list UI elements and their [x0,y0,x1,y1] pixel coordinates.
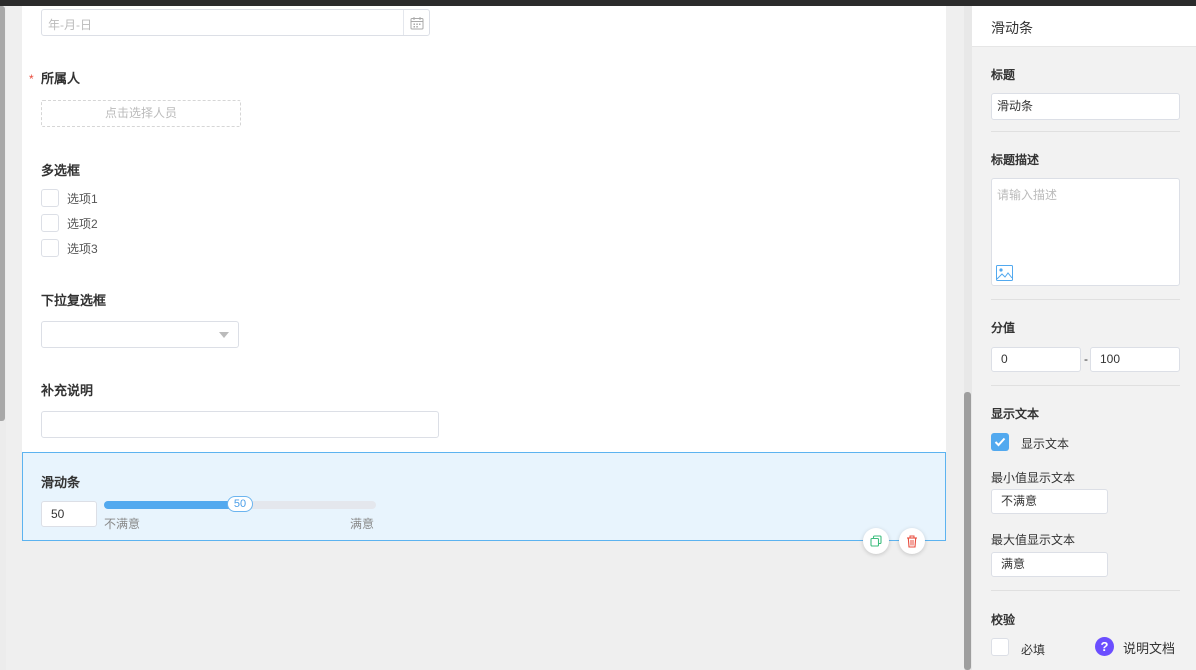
slider-fill [104,501,240,509]
form-canvas: 年-月-日 * 所属人 点击选择人员 多选框 选项1 选项2 选项3 下拉复选框… [6,6,964,670]
panel-title: 滑动条 [991,20,1033,36]
divider [991,590,1180,591]
copy-button[interactable] [863,528,889,554]
min-text-input[interactable]: 不满意 [991,489,1108,514]
divider [991,299,1180,300]
max-text-label: 最大值显示文本 [991,533,1076,547]
properties-panel: 滑动条 标题 滑动条 标题描述 请输入描述 分值 0 - 100 显示文本 显示… [972,6,1196,670]
title-input[interactable]: 滑动条 [991,93,1180,120]
option-1[interactable]: 选项1 [41,189,98,207]
trash-icon [907,535,917,548]
show-text-checkbox-label: 显示文本 [1021,437,1070,451]
validate-label: 校验 [991,613,1016,627]
option-3-label: 选项3 [67,241,98,256]
required-checkbox-label: 必填 [1021,643,1046,657]
panel-header: 滑动条 [972,6,1196,47]
slider-track[interactable]: 50 [104,496,376,512]
option-2[interactable]: 选项2 [41,214,98,232]
date-placeholder: 年-月-日 [48,18,92,32]
delete-button[interactable] [899,528,925,554]
note-label: 补充说明 [41,383,94,398]
caret-down-icon [219,332,229,338]
desc-textarea[interactable]: 请输入描述 [991,178,1180,286]
slider-value-input[interactable]: 50 [41,501,97,527]
copy-icon [870,535,882,547]
checkbox-field-label: 多选框 [41,163,81,178]
required-checkbox[interactable] [991,638,1009,656]
select-person-button[interactable]: 点击选择人员 [41,100,241,127]
left-scrollbar-thumb[interactable] [0,6,5,421]
check-icon [994,437,1006,447]
desc-placeholder: 请输入描述 [997,188,1058,202]
canvas-scrollbar-thumb[interactable] [964,392,971,670]
score-max-input[interactable]: 100 [1090,347,1180,372]
option-1-checkbox[interactable] [41,189,59,207]
score-label: 分值 [991,321,1016,335]
option-1-label: 选项1 [67,191,98,206]
option-2-checkbox[interactable] [41,214,59,232]
note-input[interactable] [41,411,439,438]
form-body: 年-月-日 * 所属人 点击选择人员 多选框 选项1 选项2 选项3 下拉复选框… [22,6,946,452]
max-text-input[interactable]: 满意 [991,552,1108,577]
image-icon[interactable] [996,265,1013,284]
divider [991,131,1180,132]
show-text-label: 显示文本 [991,407,1040,421]
help-doc-link[interactable]: 说明文档 [1123,638,1175,657]
multiselect-label: 下拉复选框 [41,293,107,308]
divider [991,385,1180,386]
help-icon[interactable]: ? [1095,637,1114,656]
option-3[interactable]: 选项3 [41,239,98,257]
score-separator: - [1084,352,1088,366]
date-input[interactable]: 年-月-日 [41,9,430,36]
canvas-scrollbar[interactable] [964,6,972,670]
option-2-label: 选项2 [67,216,98,231]
multiselect-dropdown[interactable] [41,321,239,348]
owner-label: 所属人 [41,71,81,86]
option-3-checkbox[interactable] [41,239,59,257]
calendar-icon[interactable] [403,10,429,35]
slider-label: 滑动条 [41,475,81,490]
score-min-input[interactable]: 0 [991,347,1081,372]
required-mark: * [29,72,34,86]
title-label: 标题 [991,68,1016,82]
slider-max-text: 满意 [350,517,375,531]
desc-label: 标题描述 [991,153,1040,167]
slider-field-selected[interactable]: 滑动条 50 50 不满意 满意 [22,452,946,541]
slider-thumb[interactable]: 50 [227,496,253,512]
slider-min-text: 不满意 [104,517,141,531]
min-text-label: 最小值显示文本 [991,471,1076,485]
show-text-checkbox[interactable] [991,433,1009,451]
